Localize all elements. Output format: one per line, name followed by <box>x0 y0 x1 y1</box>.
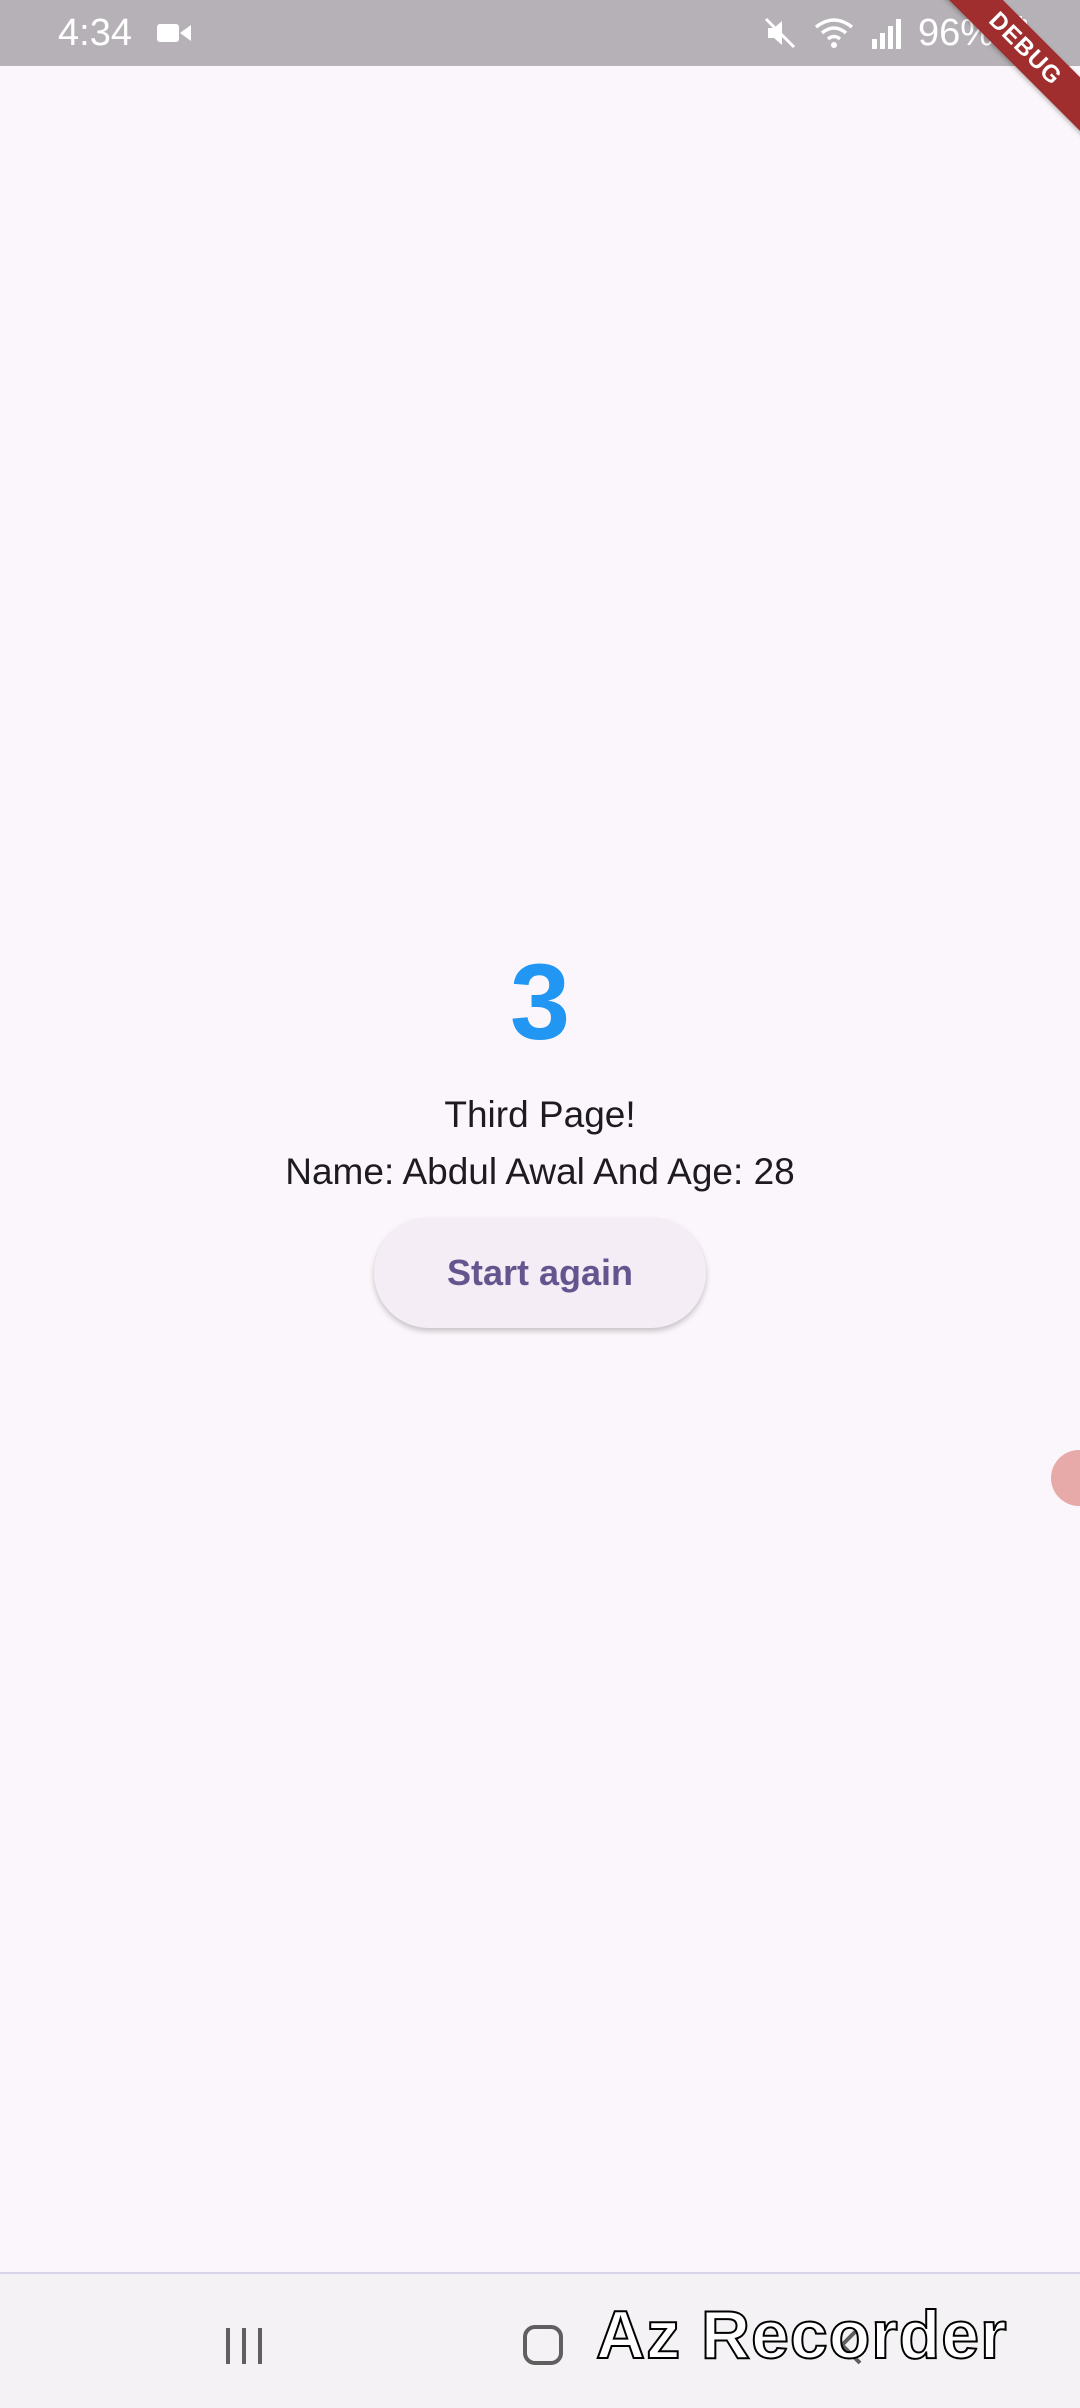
start-again-button[interactable]: Start again <box>374 1218 706 1328</box>
user-info-text: Name: Abdul Awal And Age: 28 <box>285 1151 795 1192</box>
recent-apps-icon[interactable] <box>222 2326 266 2366</box>
home-icon[interactable] <box>522 2324 564 2366</box>
page-title: Third Page! <box>444 1094 636 1135</box>
wifi-icon <box>814 18 854 48</box>
recorder-watermark: Az Recorder <box>595 2296 1008 2374</box>
video-camera-icon <box>157 24 191 42</box>
mute-icon <box>764 17 795 49</box>
main-content: 3 Third Page! Name: Abdul Awal And Age: … <box>0 66 1080 2272</box>
status-time: 4:34 <box>58 12 132 54</box>
page-number: 3 <box>509 941 571 1062</box>
status-bar: 4:34 96% <box>0 0 1080 66</box>
signal-icon <box>871 19 901 49</box>
navigation-bar: Az Recorder <box>0 2272 1080 2408</box>
